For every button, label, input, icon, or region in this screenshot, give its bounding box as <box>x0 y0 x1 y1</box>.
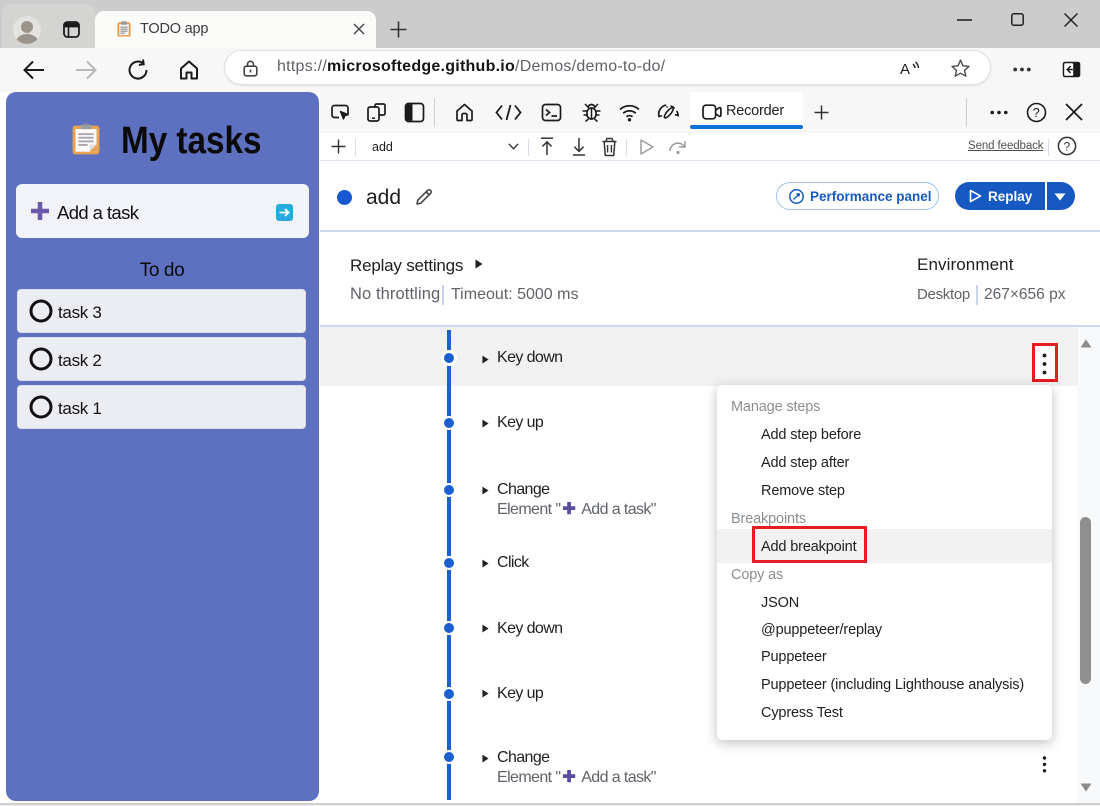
svg-text:?: ? <box>1064 139 1071 153</box>
svg-text:?: ? <box>1033 106 1040 120</box>
svg-text:A: A <box>900 61 910 77</box>
